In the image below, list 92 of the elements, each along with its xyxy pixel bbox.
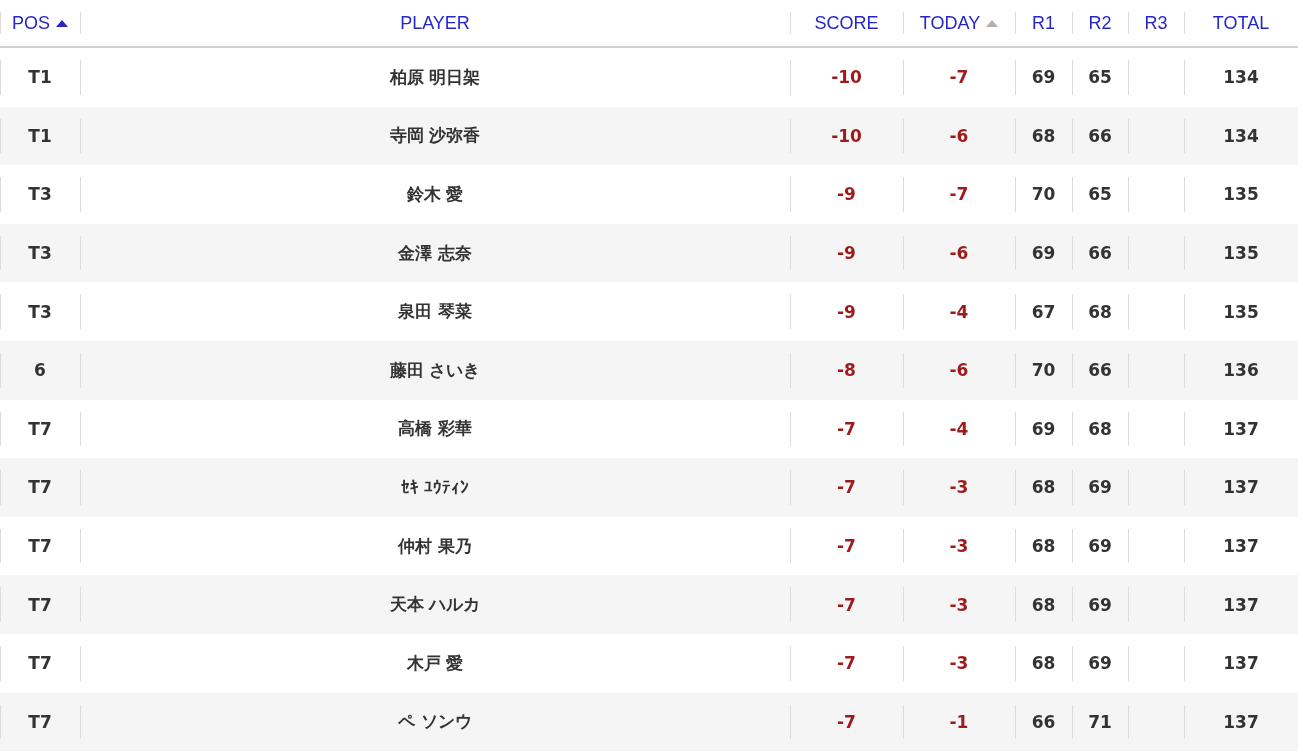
round-score-cell: 68 [1031, 594, 1056, 615]
today-score-cell: -1 [949, 711, 969, 732]
player-name-cell: ｾｷ ﾕｳﾃｨﾝ [400, 477, 470, 498]
total-score-cell: 136 [1223, 360, 1259, 381]
score-cell: -9 [837, 301, 856, 322]
round-score-cell: 69 [1088, 477, 1112, 498]
today-score-cell: -6 [949, 125, 969, 146]
today-score-cell: -3 [949, 536, 969, 557]
total-score-cell: 137 [1223, 653, 1259, 674]
today-score-cell: -3 [949, 594, 969, 615]
position-cell: T1 [28, 125, 52, 146]
today-score-cell: -6 [949, 243, 969, 264]
round-score-cell: 69 [1088, 536, 1112, 557]
round-score-cell: 69 [1031, 243, 1056, 264]
today-score-cell: -4 [949, 301, 969, 322]
round-score-cell: 65 [1088, 184, 1112, 205]
today-score-cell: -4 [949, 418, 969, 439]
total-score-cell: 137 [1223, 477, 1259, 498]
round-score-cell: 68 [1088, 418, 1112, 439]
position-cell: T7 [28, 653, 52, 674]
total-score-cell: 137 [1223, 536, 1259, 557]
player-name-cell: 仲村 果乃 [398, 534, 472, 558]
round-score-cell: 66 [1088, 243, 1112, 264]
player-name-cell: ペ ソンウ [398, 710, 472, 734]
round-score-cell: 66 [1088, 125, 1112, 146]
position-cell: T7 [28, 536, 52, 557]
position-cell: T7 [28, 418, 52, 439]
player-name-cell: 泉田 琴菜 [398, 300, 472, 324]
player-name-cell: 天本 ハルカ [389, 593, 481, 617]
score-cell: -7 [837, 711, 856, 732]
round-score-cell: 65 [1088, 67, 1112, 88]
total-score-cell: 134 [1223, 125, 1259, 146]
round-score-cell: 70 [1031, 184, 1056, 205]
position-cell: T3 [28, 243, 52, 264]
player-name-cell: 木戸 愛 [406, 651, 464, 675]
column-header: TOTAL [1212, 12, 1270, 34]
today-score-cell: -7 [949, 67, 969, 88]
score-cell: -10 [831, 125, 862, 146]
round-score-cell: 70 [1031, 360, 1056, 381]
score-cell: -9 [837, 243, 856, 264]
player-name-cell: 鈴木 愛 [406, 183, 464, 206]
round-score-cell: 68 [1031, 477, 1056, 498]
total-score-cell: 134 [1223, 67, 1259, 88]
score-cell: -7 [837, 477, 856, 498]
score-cell: -9 [837, 184, 856, 205]
position-cell: T7 [28, 477, 52, 498]
score-cell: -8 [837, 360, 856, 381]
column-header: SCORE [814, 12, 879, 34]
player-name-cell: 高橋 彩華 [398, 417, 472, 441]
column-header: PLAYER [400, 12, 470, 34]
round-score-cell: 69 [1031, 67, 1056, 88]
total-score-cell: 137 [1223, 711, 1259, 732]
score-cell: -7 [837, 536, 856, 557]
player-name-cell: 寺岡 沙弥香 [389, 124, 481, 148]
total-score-cell: 137 [1223, 418, 1259, 439]
position-cell: T3 [28, 184, 52, 205]
round-score-cell: 66 [1088, 360, 1112, 381]
total-score-cell: 137 [1223, 594, 1259, 615]
position-cell: T7 [28, 594, 52, 615]
today-score-cell: -3 [949, 653, 969, 674]
column-header: R1 [1032, 12, 1055, 34]
total-score-cell: 135 [1223, 301, 1259, 322]
position-cell: T3 [28, 301, 52, 322]
round-score-cell: 66 [1031, 711, 1056, 732]
column-header[interactable]: TODAY [915, 10, 1003, 36]
column-header: R2 [1088, 12, 1112, 34]
column-header[interactable]: POS [8, 10, 72, 36]
today-score-cell: -6 [949, 360, 969, 381]
round-score-cell: 68 [1088, 301, 1112, 322]
round-score-cell: 69 [1088, 653, 1112, 674]
position-cell: T7 [28, 711, 52, 732]
position-cell: T1 [28, 67, 52, 88]
round-score-cell: 69 [1031, 418, 1056, 439]
score-cell: -7 [837, 594, 856, 615]
player-name-cell: 柏原 明日架 [389, 65, 481, 89]
round-score-cell: 69 [1088, 594, 1112, 615]
today-score-cell: -3 [949, 477, 969, 498]
round-score-cell: 68 [1031, 125, 1056, 146]
score-cell: -10 [831, 67, 862, 88]
today-score-cell: -7 [949, 184, 969, 205]
round-score-cell: 68 [1031, 536, 1056, 557]
column-header: R3 [1144, 12, 1168, 34]
score-cell: -7 [837, 418, 856, 439]
position-cell: 6 [34, 360, 46, 381]
round-score-cell: 71 [1088, 711, 1112, 732]
total-score-cell: 135 [1223, 184, 1259, 205]
total-score-cell: 135 [1223, 243, 1259, 264]
round-score-cell: 68 [1031, 653, 1056, 674]
round-score-cell: 67 [1031, 301, 1056, 322]
player-name-cell: 金澤 志奈 [398, 241, 472, 265]
score-cell: -7 [837, 653, 856, 674]
player-name-cell: 藤田 さいき [389, 358, 481, 382]
